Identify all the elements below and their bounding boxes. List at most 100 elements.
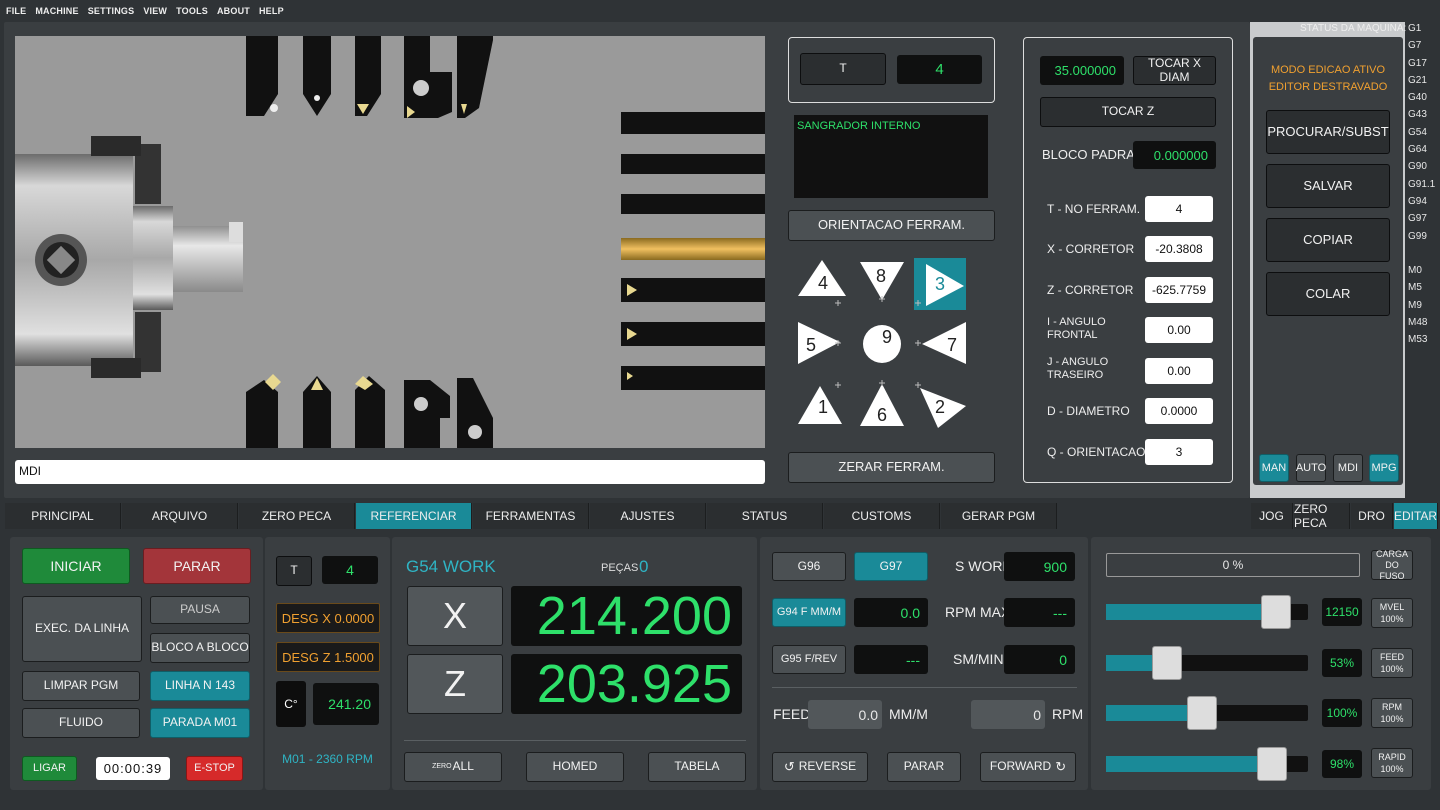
editor-mode-text: MODO EDICAO ATIVO EDITOR DESTRAVADO — [1253, 62, 1403, 96]
pause-button[interactable]: PAUSA — [150, 596, 250, 624]
tab-referenciar[interactable]: REFERENCIAR — [356, 503, 472, 529]
offset-q-field[interactable]: 3 — [1145, 439, 1213, 465]
mvel-button[interactable]: MVEL 100% — [1371, 598, 1413, 628]
slider-rapid-knob[interactable] — [1257, 747, 1288, 781]
feed-override-button[interactable]: FEED 100% — [1371, 648, 1413, 678]
slider-rpm-knob[interactable] — [1186, 696, 1217, 730]
rapid-override-button[interactable]: RAPID 100% — [1371, 748, 1413, 778]
block-by-block-button[interactable]: BLOCO A BLOCO — [150, 633, 250, 663]
forward-button[interactable]: FORWARD ↻ — [980, 752, 1076, 782]
mode-mpg-button[interactable]: MPG — [1369, 454, 1399, 482]
save-button[interactable]: SALVAR — [1266, 164, 1390, 208]
offset-z-field[interactable]: -625.7759 — [1145, 277, 1213, 303]
temperature-label: C° — [276, 681, 306, 727]
offset-d-label: D - DIAMETRO — [1047, 404, 1130, 418]
orientation-grid: 4 8 3 5 9 7 1 6 2 — [792, 256, 972, 432]
svg-text:9: 9 — [882, 327, 892, 347]
machine-status-title: STATUS DA MAQUINA: — [1300, 23, 1407, 34]
tab-ferramentas[interactable]: FERRAMENTAS — [473, 503, 589, 529]
axis-z-button[interactable]: Z — [407, 654, 503, 714]
menu-view[interactable]: VIEW — [143, 6, 167, 16]
slider-feed-knob[interactable] — [1152, 646, 1183, 680]
status-code: G43 — [1408, 109, 1427, 121]
spindle-stop-button[interactable]: PARAR — [887, 752, 961, 782]
dro-divider — [404, 740, 746, 741]
spindle-load-bar: 0 % — [1106, 553, 1360, 577]
feed-unit: MM/M — [889, 706, 928, 722]
stop-button[interactable]: PARAR — [143, 548, 251, 584]
tab-principal[interactable]: PRINCIPAL — [5, 503, 121, 529]
estop-button[interactable]: E-STOP — [186, 756, 243, 781]
spindle-load-label: CARGA DO FUSO — [1371, 549, 1413, 581]
g95-button[interactable]: G95 F/REV — [772, 645, 846, 674]
svg-text:7: 7 — [947, 335, 957, 355]
tab-editar[interactable]: EDITAR — [1394, 503, 1438, 529]
tab-zero-peca[interactable]: ZERO PECA — [239, 503, 355, 529]
touch-x-diam-button[interactable]: TOCAR X DIAM — [1133, 56, 1216, 85]
status-code: M53 — [1408, 334, 1428, 346]
g96-button[interactable]: G96 — [772, 552, 846, 581]
rpm-override-pct: 100% — [1380, 714, 1404, 724]
menu-file[interactable]: FILE — [6, 6, 26, 16]
spindle-divider — [772, 687, 1077, 688]
paste-button[interactable]: COLAR — [1266, 272, 1390, 316]
menu-help[interactable]: HELP — [259, 6, 284, 16]
tab-arquivo[interactable]: ARQUIVO — [122, 503, 238, 529]
mode-man-button[interactable]: MAN — [1259, 454, 1289, 482]
reverse-button[interactable]: ↺ REVERSE — [772, 752, 868, 782]
zero-all-button[interactable]: ZERO ALL — [404, 752, 502, 782]
tool-info-t-value: 4 — [322, 556, 378, 584]
tab-customs[interactable]: CUSTOMS — [824, 503, 940, 529]
bloco-padrao-value: 0.000000 — [1133, 141, 1216, 169]
tab-zero-peca-right[interactable]: ZERO PECA — [1294, 502, 1350, 530]
touch-z-button[interactable]: TOCAR Z — [1040, 97, 1216, 127]
start-button[interactable]: INICIAR — [22, 548, 130, 584]
menu-tools[interactable]: TOOLS — [176, 6, 208, 16]
offset-i-field[interactable]: 0.00 — [1145, 317, 1213, 343]
clear-program-button[interactable]: LIMPAR PGM — [22, 671, 140, 701]
search-replace-button[interactable]: PROCURAR/SUBST — [1266, 110, 1390, 154]
rpm-override-button[interactable]: RPM 100% — [1371, 698, 1413, 728]
lathe-scene-graphic — [15, 36, 765, 448]
offset-t-field[interactable]: 4 — [1145, 196, 1213, 222]
power-on-button[interactable]: LIGAR — [22, 756, 77, 781]
orientation-button[interactable]: ORIENTACAO FERRAM. — [788, 210, 995, 241]
offset-d-field[interactable]: 0.0000 — [1145, 398, 1213, 424]
offset-j-field[interactable]: 0.00 — [1145, 358, 1213, 384]
status-code: M0 — [1408, 265, 1422, 277]
line-n-button[interactable]: LINHA N 143 — [150, 671, 250, 701]
orient-5-icon — [798, 322, 840, 364]
exec-line-button[interactable]: EXEC. DA LINHA — [22, 596, 142, 662]
tool-t-value: 4 — [897, 55, 982, 84]
mode-auto-button[interactable]: AUTO — [1296, 454, 1326, 482]
slider-rpm[interactable] — [1106, 696, 1308, 730]
tab-dro[interactable]: DRO — [1351, 503, 1393, 529]
status-code: G1 — [1408, 23, 1422, 34]
slider-rapid[interactable] — [1106, 747, 1308, 781]
svg-text:2: 2 — [935, 397, 945, 417]
g97-button[interactable]: G97 — [854, 552, 928, 581]
tab-status[interactable]: STATUS — [707, 503, 823, 529]
menu-machine[interactable]: MACHINE — [35, 6, 78, 16]
tab-gerar-pgm[interactable]: GERAR PGM — [941, 503, 1057, 529]
optional-stop-button[interactable]: PARADA M01 — [150, 708, 250, 738]
zero-tool-button[interactable]: ZERAR FERRAM. — [788, 452, 995, 483]
menu-about[interactable]: ABOUT — [217, 6, 250, 16]
coolant-button[interactable]: FLUIDO — [22, 708, 140, 738]
slider-mvel[interactable] — [1106, 595, 1308, 629]
feed-value: 0.0 — [808, 700, 882, 729]
mode-mdi-button[interactable]: MDI — [1333, 454, 1363, 482]
copy-button[interactable]: COPIAR — [1266, 218, 1390, 262]
homed-button[interactable]: HOMED — [526, 752, 624, 782]
slider-feed[interactable] — [1106, 646, 1308, 680]
lathe-viewport[interactable] — [15, 36, 765, 448]
slider-mvel-knob[interactable] — [1260, 595, 1291, 629]
table-button[interactable]: TABELA — [648, 752, 746, 782]
offset-x-field[interactable]: -20.3808 — [1145, 236, 1213, 262]
axis-x-button[interactable]: X — [407, 586, 503, 646]
tab-ajustes[interactable]: AJUSTES — [590, 503, 706, 529]
tab-jog[interactable]: JOG — [1251, 503, 1293, 529]
g94-button[interactable]: G94 F MM/M — [772, 598, 846, 627]
menu-settings[interactable]: SETTINGS — [88, 6, 135, 16]
mdi-input[interactable]: MDI — [15, 460, 765, 484]
